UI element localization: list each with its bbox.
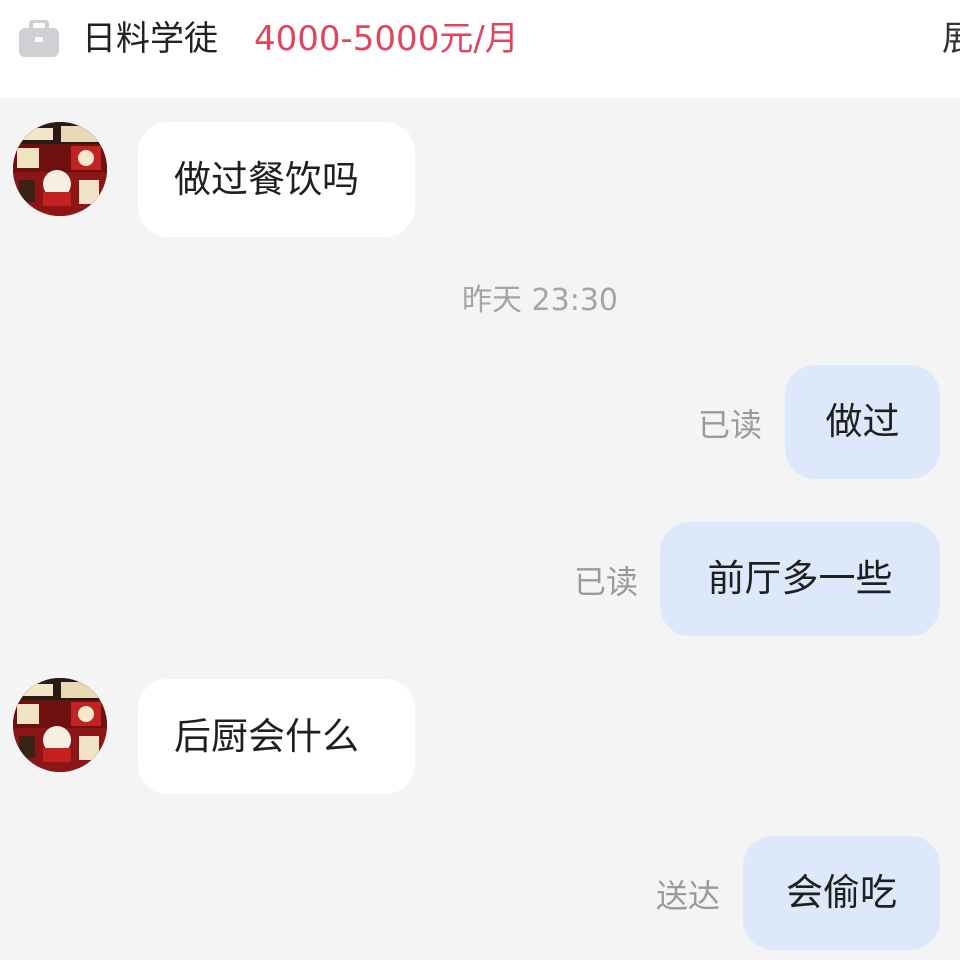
job-header-bar[interactable]: 日料学徒 4000-5000元/月 展 xyxy=(0,0,960,98)
read-status: 已读 xyxy=(698,406,763,444)
restaurant-logo-icon xyxy=(13,122,107,216)
message-bubble-incoming[interactable]: 做过餐饮吗 xyxy=(138,122,415,237)
avatar[interactable] xyxy=(13,122,107,216)
job-title: 日料学徒 xyxy=(82,19,218,59)
message-text: 做过 xyxy=(825,400,900,443)
message-bubble-outgoing[interactable]: 做过 xyxy=(785,365,940,479)
avatar[interactable] xyxy=(13,678,107,772)
read-status: 已读 xyxy=(574,563,639,601)
message-text: 会偷吃 xyxy=(786,871,897,914)
restaurant-logo-icon xyxy=(13,678,107,772)
message-bubble-outgoing[interactable]: 前厅多一些 xyxy=(660,522,940,636)
message-bubble-outgoing[interactable]: 会偷吃 xyxy=(743,836,940,950)
job-salary: 4000-5000元/月 xyxy=(254,19,519,59)
message-text: 前厅多一些 xyxy=(707,557,893,600)
message-bubble-incoming[interactable]: 后厨会什么 xyxy=(138,679,415,794)
timestamp: 昨天 23:30 xyxy=(462,283,618,318)
message-text: 做过餐饮吗 xyxy=(174,157,359,201)
header-right-text[interactable]: 展 xyxy=(942,17,960,61)
message-text: 后厨会什么 xyxy=(174,714,359,758)
delivery-status: 送达 xyxy=(656,877,721,915)
briefcase-icon xyxy=(18,19,60,58)
